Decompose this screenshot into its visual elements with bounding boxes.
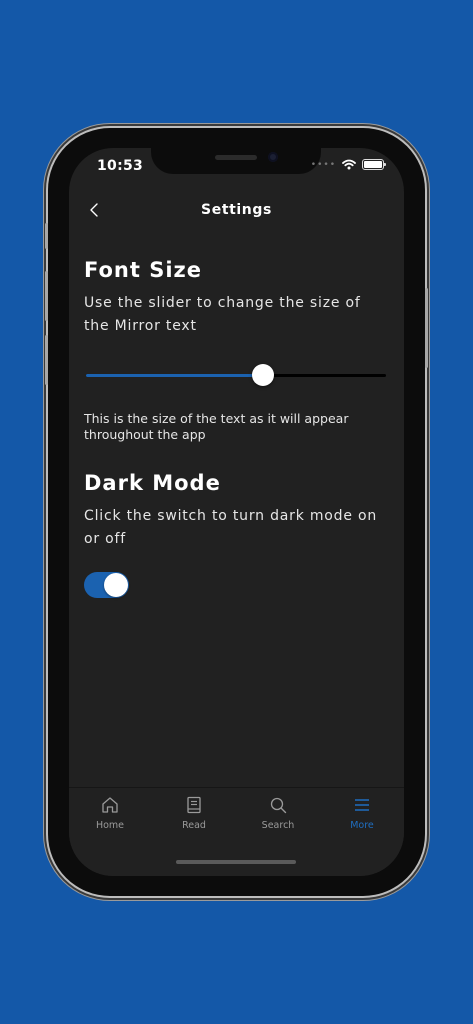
battery-icon (362, 159, 386, 170)
tab-read-label: Read (182, 820, 206, 831)
app-screen: 10:53 •••• Settings Font Size Use the sl… (69, 148, 404, 876)
search-icon (270, 797, 287, 814)
signal-icon: •••• (310, 159, 336, 170)
book-icon (187, 796, 201, 814)
home-indicator (176, 860, 296, 864)
font-size-slider[interactable] (86, 364, 386, 388)
tab-bar: Home Read Search More (69, 787, 404, 876)
tab-more[interactable]: More (332, 794, 392, 831)
volume-up-button (45, 271, 48, 321)
phone-frame: 10:53 •••• Settings Font Size Use the sl… (45, 128, 428, 896)
notch (151, 148, 321, 174)
status-icons: •••• (310, 159, 386, 170)
tab-read[interactable]: Read (164, 794, 224, 831)
menu-icon (355, 799, 369, 811)
dark-mode-switch[interactable] (84, 572, 129, 598)
switch-knob (104, 573, 128, 597)
page-title: Settings (201, 202, 272, 218)
font-size-heading: Font Size (84, 258, 203, 282)
tab-more-label: More (350, 820, 374, 831)
font-size-preview-text: This is the size of the text as it will … (84, 411, 349, 442)
home-icon (102, 797, 118, 813)
speaker-grille (215, 155, 257, 160)
power-button (425, 288, 428, 368)
mute-switch (45, 223, 48, 249)
volume-down-button (45, 335, 48, 385)
tab-home[interactable]: Home (80, 794, 140, 831)
tab-home-label: Home (95, 820, 125, 831)
status-time: 10:53 (97, 158, 144, 174)
slider-fill (86, 374, 263, 377)
dark-mode-description: Click the switch to turn dark mode on or… (84, 508, 378, 547)
dark-mode-heading: Dark Mode (84, 471, 221, 495)
camera-icon (268, 152, 278, 162)
slider-thumb[interactable] (252, 364, 274, 386)
font-size-description: Use the slider to change the size of the… (84, 295, 361, 334)
wifi-icon (342, 159, 356, 170)
tab-search-label: Search (261, 820, 295, 831)
tab-search[interactable]: Search (248, 794, 308, 831)
